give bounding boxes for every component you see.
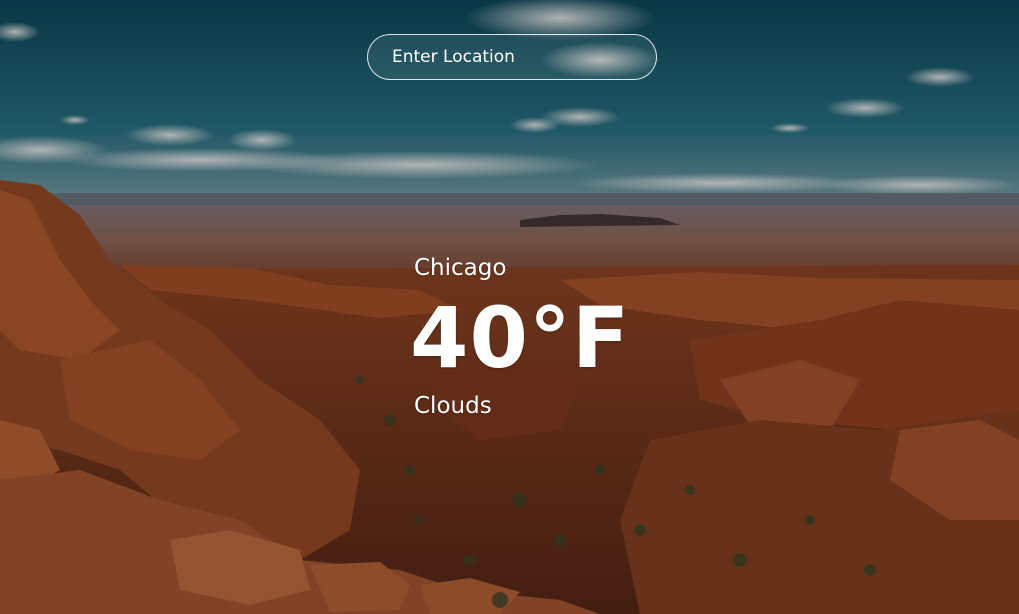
location-search-input[interactable] [367,34,657,80]
search-bar [367,34,657,80]
weather-panel: Chicago 40°F Clouds [410,252,630,422]
weather-app: Chicago 40°F Clouds [0,0,1019,614]
weather-description: Clouds [414,393,492,419]
city-name: Chicago [414,255,507,281]
temperature-value: 40°F [410,289,631,387]
